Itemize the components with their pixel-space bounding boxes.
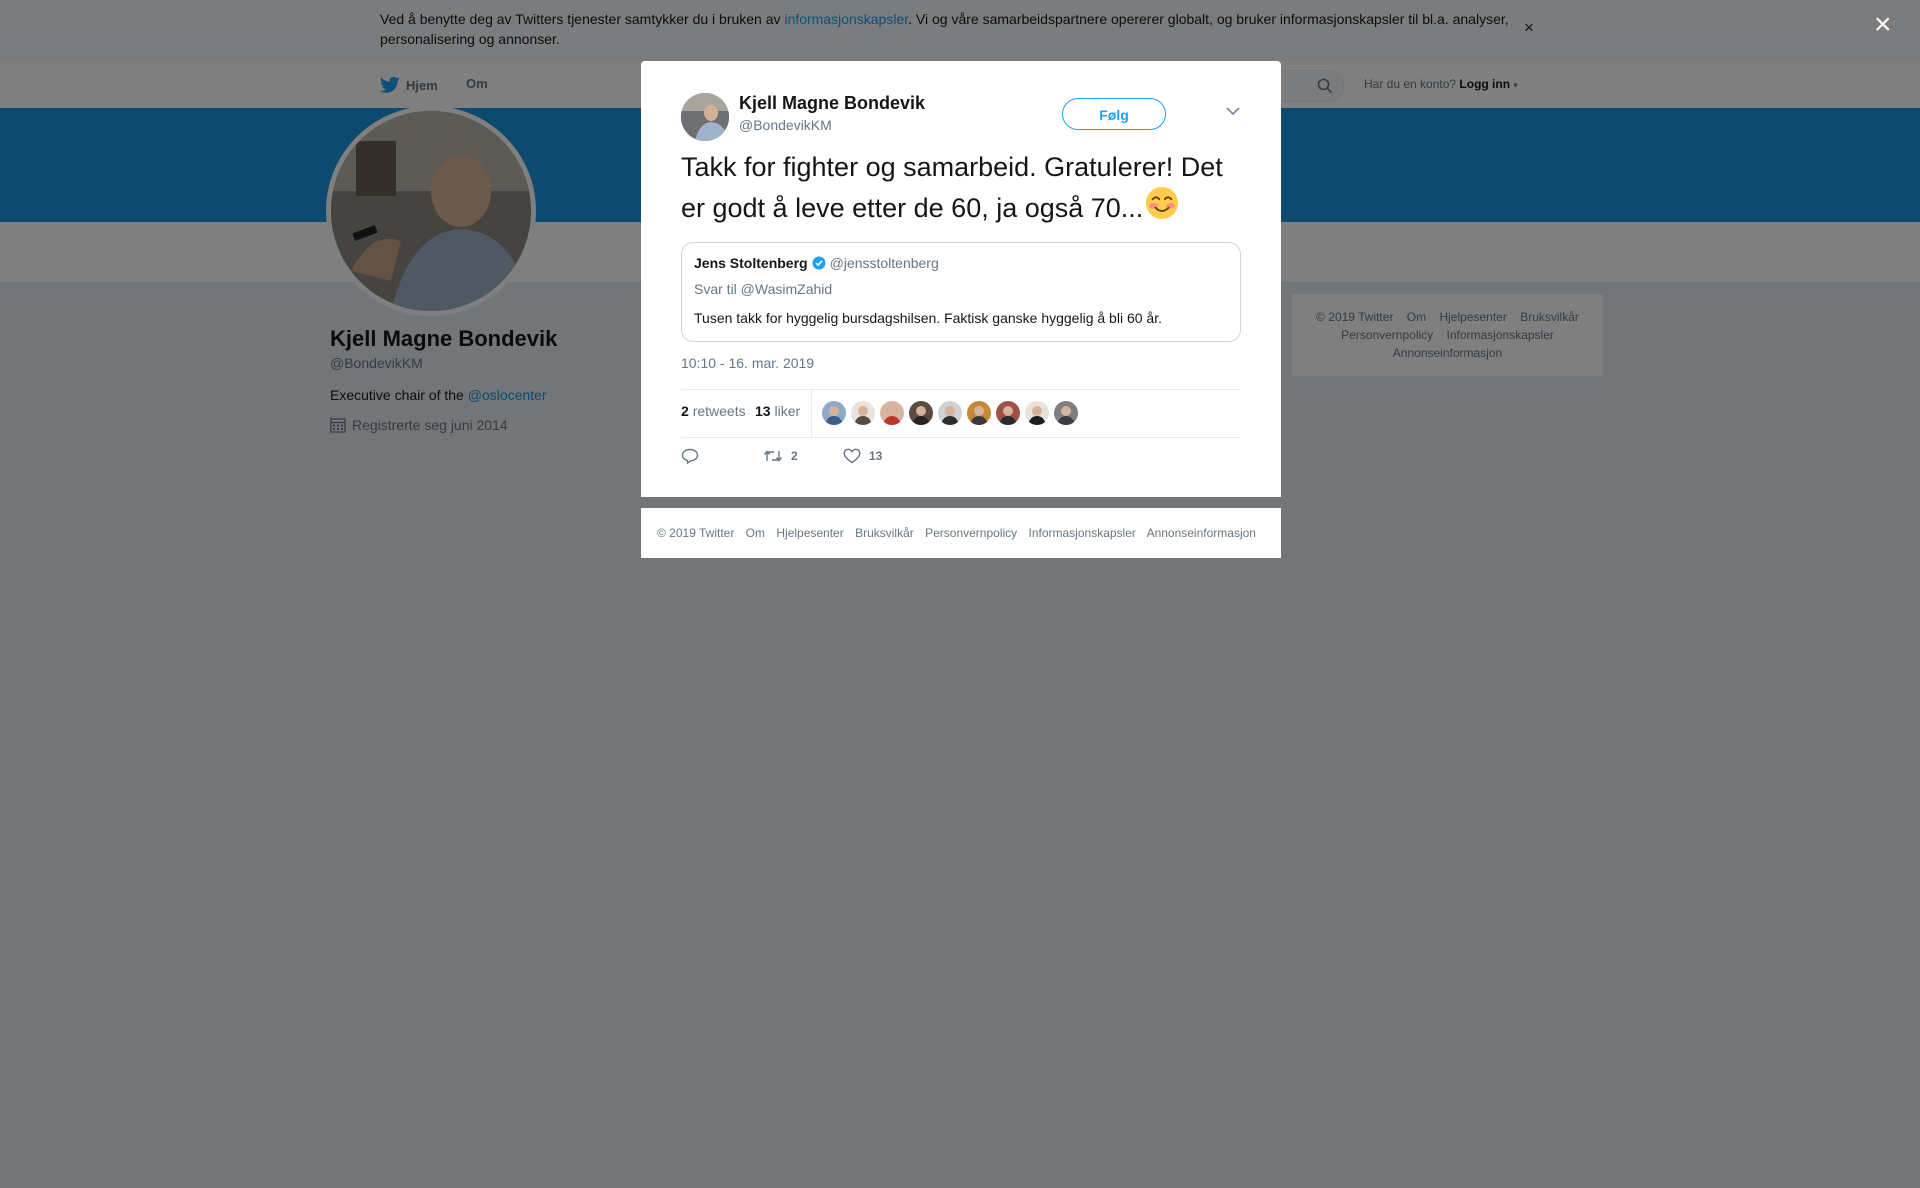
liker-avatar[interactable] <box>938 401 962 425</box>
tweet-stats: 2 retweets 13 liker <box>681 389 1241 438</box>
author-photo <box>681 93 729 141</box>
author-avatar[interactable] <box>681 93 729 141</box>
footer-help-link[interactable]: Hjelpesenter <box>776 526 843 540</box>
retweet-icon <box>763 450 783 462</box>
liker-avatar[interactable] <box>1054 401 1078 425</box>
author-name[interactable]: Kjell Magne Bondevik <box>739 93 925 114</box>
tweet-timestamp[interactable]: 10:10 - 16. mar. 2019 <box>681 355 814 371</box>
quoted-tweet[interactable]: Jens Stoltenberg @jensstoltenberg Svar t… <box>681 242 1241 342</box>
like-button[interactable]: 13 <box>843 448 882 464</box>
stats-divider <box>811 390 812 437</box>
footer-ads-link[interactable]: Annonseinformasjon <box>1147 526 1256 540</box>
quoted-tweet-text: Tusen takk for hyggelig bursdagshilsen. … <box>694 310 1162 326</box>
footer-about-link[interactable]: Om <box>746 526 765 540</box>
footer-privacy-link[interactable]: Personvernpolicy <box>925 526 1017 540</box>
liker-avatar[interactable] <box>909 401 933 425</box>
tweet-actions: 2 13 <box>681 448 1241 478</box>
footer-terms-link[interactable]: Bruksvilkår <box>855 526 914 540</box>
tweet-modal: Kjell Magne Bondevik @BondevikKM Følg Ta… <box>641 61 1281 497</box>
footer-copyright: © 2019 Twitter <box>657 526 735 540</box>
retweet-button[interactable]: 2 <box>763 448 798 464</box>
liker-avatar[interactable] <box>851 401 875 425</box>
modal-footer: © 2019 Twitter Om Hjelpesenter Bruksvilk… <box>641 508 1281 558</box>
like-count: 13 <box>869 449 883 463</box>
author-handle[interactable]: @BondevikKM <box>739 117 832 133</box>
heart-icon <box>843 448 861 464</box>
reply-icon <box>681 448 699 464</box>
quoted-tweet-header: Jens Stoltenberg @jensstoltenberg <box>694 255 939 271</box>
smiling-face-emoji-icon <box>1146 186 1179 220</box>
liker-avatar[interactable] <box>1025 401 1049 425</box>
chevron-down-icon[interactable] <box>1226 106 1240 116</box>
liker-avatar[interactable] <box>967 401 991 425</box>
retweet-count: 2 <box>791 449 798 463</box>
reply-button[interactable] <box>681 448 707 464</box>
follow-button[interactable]: Følg <box>1062 98 1166 130</box>
liker-avatar[interactable] <box>822 401 846 425</box>
liker-avatar[interactable] <box>996 401 1020 425</box>
likes-stat[interactable]: 13 liker <box>755 403 800 419</box>
verified-badge-icon <box>812 256 826 270</box>
liker-avatars <box>822 401 1078 425</box>
close-icon[interactable]: × <box>1874 10 1892 40</box>
quoted-author-handle: @jensstoltenberg <box>829 255 939 271</box>
quoted-author-name: Jens Stoltenberg <box>694 255 808 271</box>
retweets-stat[interactable]: 2 retweets <box>681 403 746 419</box>
quoted-reply-to: Svar til @WasimZahid <box>694 281 833 297</box>
liker-avatar[interactable] <box>880 401 904 425</box>
tweet-text: Takk for fighter og samarbeid. Gratulere… <box>681 152 1223 223</box>
footer-cookies-link[interactable]: Informasjonskapsler <box>1029 526 1136 540</box>
